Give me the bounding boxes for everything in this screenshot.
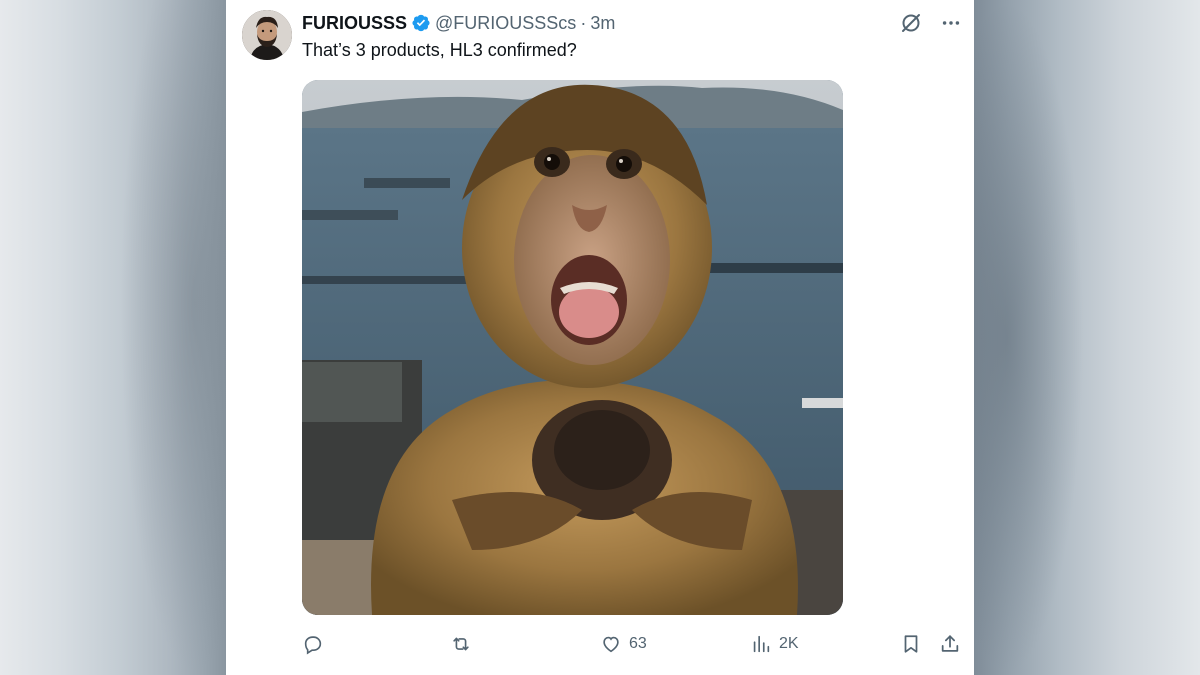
bookmark-button[interactable] <box>900 628 922 660</box>
tweet-top-actions <box>898 10 964 36</box>
share-icon <box>941 635 959 652</box>
grok-icon[interactable] <box>898 10 924 36</box>
verified-badge-icon <box>411 13 431 33</box>
tweet-header: FURIOUSSS @FURIOUSSScs · 3m <box>302 12 615 34</box>
retweet-button[interactable] <box>450 628 479 660</box>
tweet-media-image[interactable] <box>302 80 843 615</box>
separator-dot: · <box>580 12 587 33</box>
like-button[interactable]: 63 <box>600 628 647 660</box>
retweet-icon <box>453 637 469 651</box>
views-button[interactable]: 2K <box>750 628 799 660</box>
author-name[interactable]: FURIOUSSS <box>302 13 407 34</box>
reply-icon <box>304 636 322 655</box>
more-icon[interactable] <box>938 10 964 36</box>
heart-icon <box>603 636 619 653</box>
views-icon <box>753 635 770 653</box>
tweet-text: That’s 3 products, HL3 confirmed? <box>302 40 577 60</box>
share-button[interactable] <box>939 628 961 660</box>
bookmark-icon <box>904 635 918 653</box>
avatar[interactable] <box>242 10 292 60</box>
tweet-card[interactable]: FURIOUSSS @FURIOUSSScs · 3m That’s 3 pro… <box>226 0 974 675</box>
tweet-action-bar: 63 2K <box>302 628 966 660</box>
timestamp[interactable]: 3m <box>590 13 615 34</box>
like-count: 63 <box>629 635 647 652</box>
author-handle[interactable]: @FURIOUSSScs <box>435 13 576 34</box>
view-count: 2K <box>779 635 799 652</box>
reply-button[interactable] <box>302 628 331 660</box>
